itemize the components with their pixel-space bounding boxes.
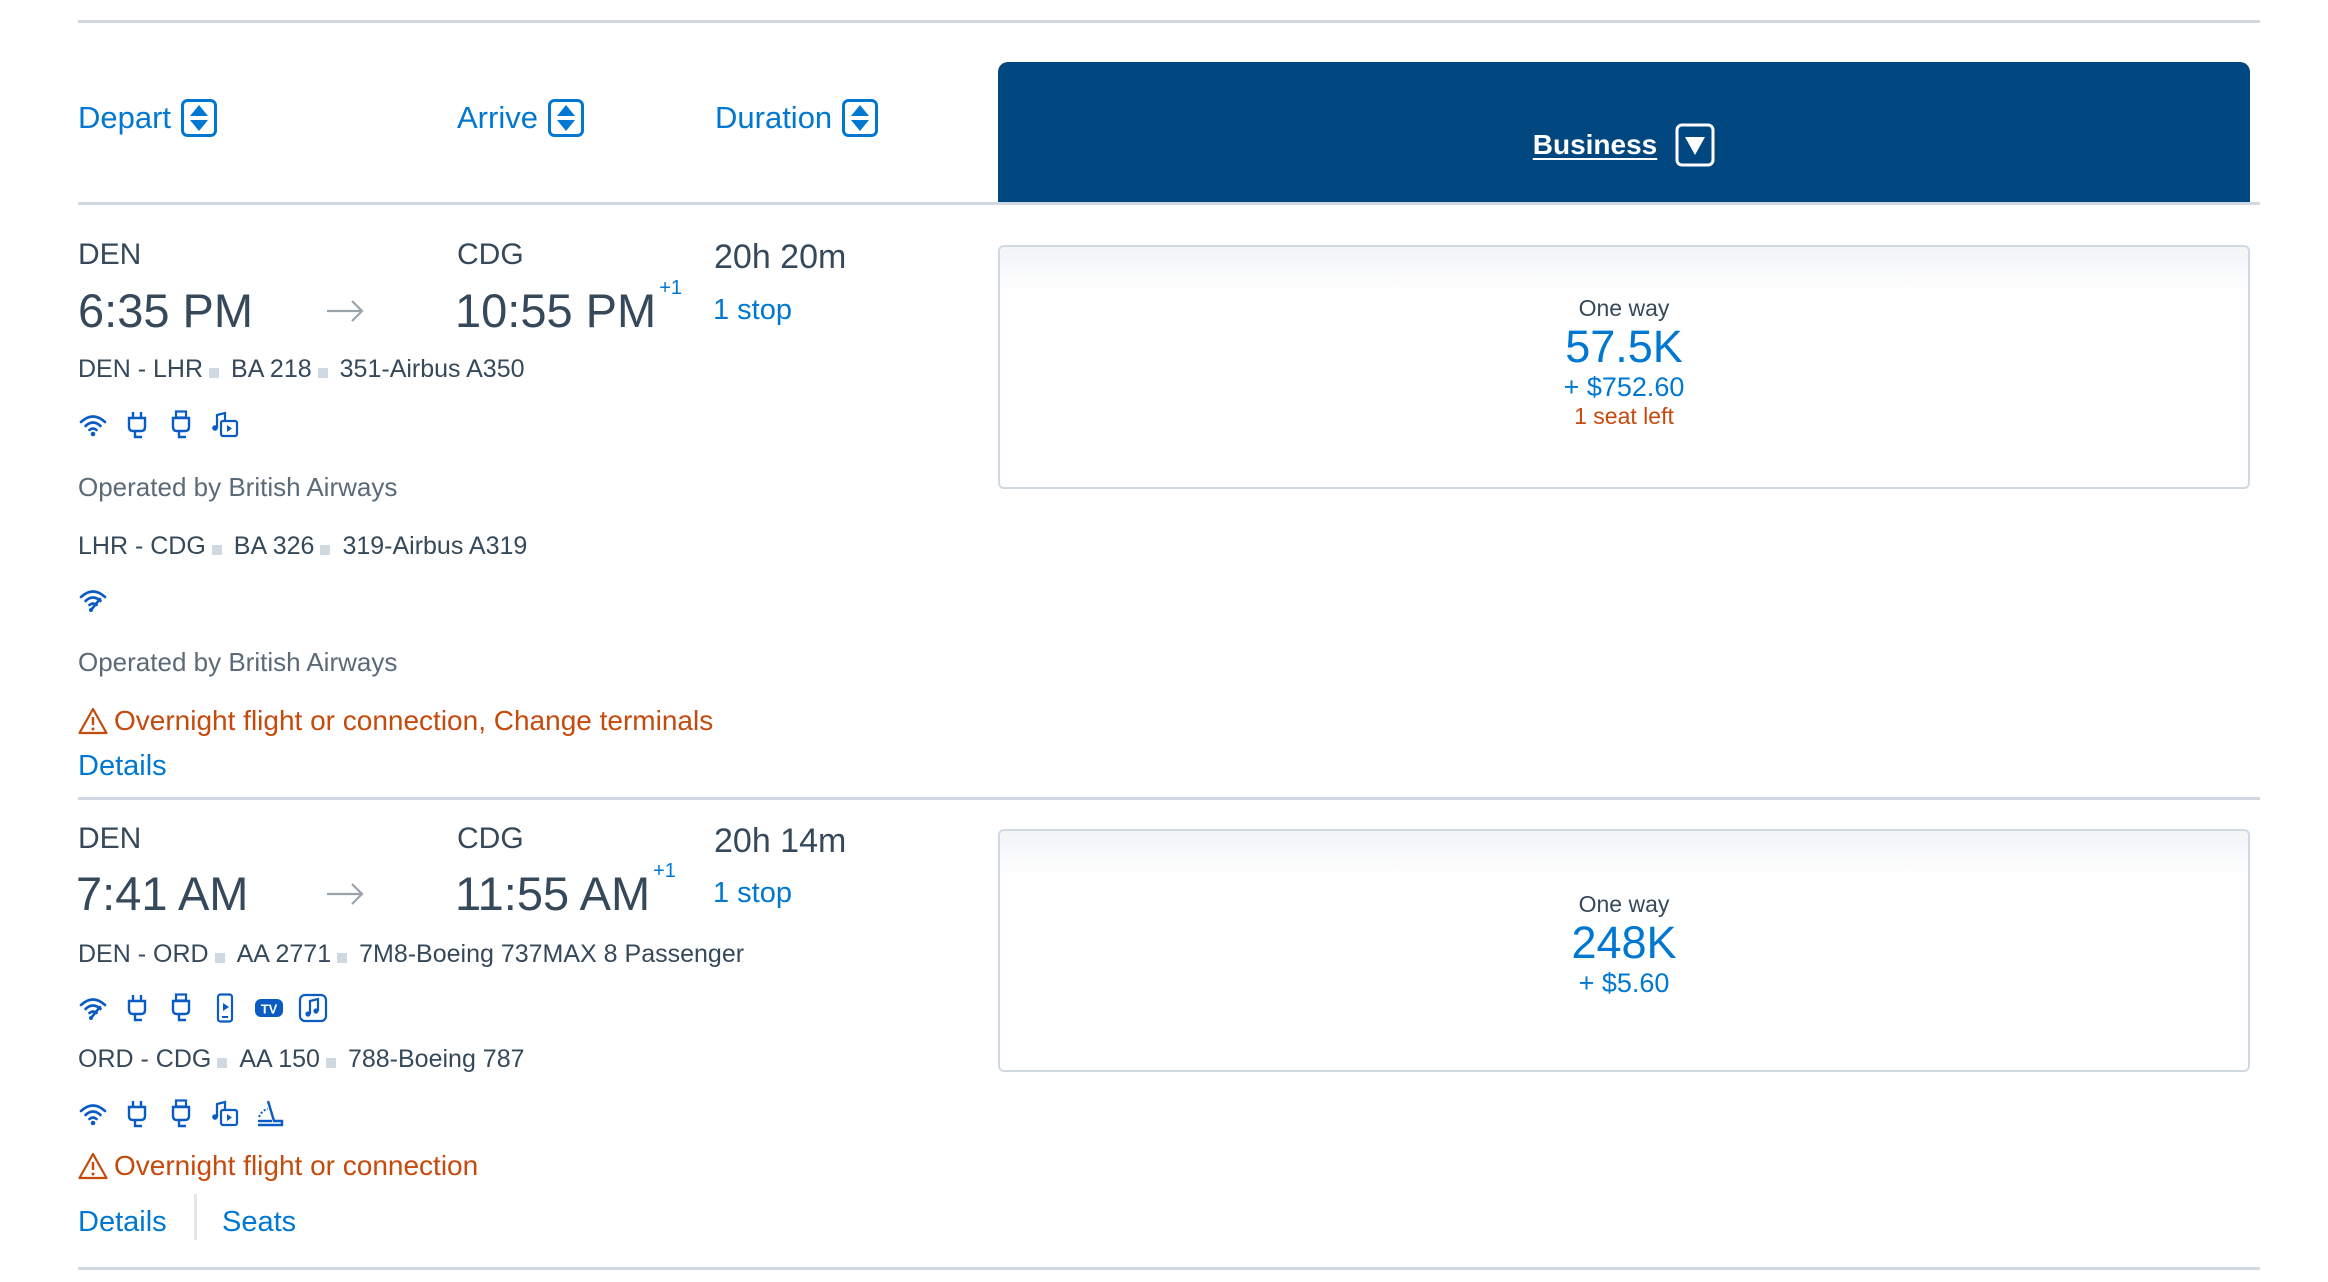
segment-info: DEN - ORD AA 2771 7M8-Boeing 737MAX 8 Pa… [78,940,744,969]
aircraft-type: 319-Airbus A319 [342,532,528,560]
arrow-right-icon [325,882,365,906]
taxes-fees: + $752.60 [1563,371,1685,402]
sort-arrive-button[interactable]: Arrive [457,96,584,140]
separator [214,952,225,963]
row-divider [78,797,2260,800]
arrow-right-icon [325,299,365,323]
arrive-time-wrap: 10:55 PM +1 [455,277,682,338]
segment-route: DEN - LHR [78,355,204,383]
destination-airport: CDG [457,238,524,271]
flight-number: AA 150 [239,1045,320,1073]
separator [209,367,220,378]
warning-text: Overnight flight or connection, Change t… [114,705,714,736]
cabin-sort-link[interactable]: Business [1533,129,1658,161]
amenities-list [78,410,240,440]
flight-warning: Overnight flight or connection, Change t… [78,705,713,737]
device-streaming-icon [210,993,240,1023]
link-separator [194,1194,197,1240]
entertainment-icon [210,1099,240,1129]
stops-link[interactable]: 1 stop [713,877,792,910]
aircraft-type: 788-Boeing 787 [347,1045,525,1073]
power-outlet-icon [122,993,152,1023]
warning-icon [78,707,108,735]
wifi-icon [78,1099,108,1129]
arrive-time: 10:55 PM [455,284,657,337]
arrive-header-label: Arrive [457,100,538,135]
depart-header-label: Depart [78,100,172,135]
separator [320,544,331,555]
miles-price: 57.5K [1565,321,1683,372]
live-tv-icon [254,993,284,1023]
details-link[interactable]: Details [78,1206,167,1239]
top-divider [78,20,2260,23]
trip-type-label: One way [1578,891,1670,917]
cabin-header-business: Business [998,62,2250,204]
depart-time: 7:41 AM [76,867,249,920]
segment-route: LHR - CDG [78,532,206,560]
flight-duration: 20h 20m [714,238,847,276]
origin-airport: DEN [78,822,142,855]
day-offset: +1 [653,860,676,882]
separator [325,1057,336,1068]
seats-link[interactable]: Seats [222,1206,296,1239]
separator [217,1057,228,1068]
flight-number: BA 218 [231,355,312,383]
entertainment-icon [210,410,240,440]
business-price-card[interactable]: One way 57.5K + $752.60 1 seat left [998,245,2250,489]
lie-flat-seat-icon [254,1099,284,1129]
segment-info: ORD - CDG AA 150 788-Boeing 787 [78,1045,525,1074]
arrive-time: 11:55 AM [455,867,651,920]
segment-route: DEN - ORD [78,940,209,968]
sort-icon [548,99,584,137]
sort-icon [181,99,217,137]
usb-icon [166,1099,196,1129]
segment-info: DEN - LHR BA 218 351-Airbus A350 [78,355,525,384]
flight-duration: 20h 14m [714,822,847,860]
music-icon [298,993,328,1023]
amenities-list [78,993,328,1023]
flight-number: BA 326 [233,532,315,560]
trip-type-label: One way [1578,295,1670,321]
dropdown-icon[interactable] [1675,123,1715,167]
arrive-time-wrap: 11:55 AM +1 [455,860,676,921]
header-divider [78,202,2260,205]
seats-left: 1 seat left [1574,402,1674,429]
amenities-list [78,585,108,615]
separator [317,367,328,378]
duration-header-label: Duration [715,100,833,135]
flight-warning: Overnight flight or connection [78,1150,478,1182]
sort-depart-button[interactable]: Depart [78,96,217,140]
stops-link[interactable]: 1 stop [713,294,792,327]
day-offset: +1 [659,277,682,299]
wifi-icon [78,410,108,440]
usb-icon [166,993,196,1023]
destination-airport: CDG [457,822,524,855]
warning-text: Overnight flight or connection [114,1150,479,1181]
origin-airport: DEN [78,238,142,271]
power-outlet-icon [122,1099,152,1129]
segment-route: ORD - CDG [78,1045,212,1073]
separator [211,544,222,555]
amenities-list [78,1099,284,1129]
business-price-card[interactable]: One way 248K + $5.60 [998,829,2250,1072]
taxes-fees: + $5.60 [1578,967,1670,998]
aircraft-type: 351-Airbus A350 [339,355,525,383]
segment-info: LHR - CDG BA 326 319-Airbus A319 [78,532,527,561]
row-divider [78,1267,2260,1270]
warning-icon [78,1152,108,1180]
depart-time: 6:35 PM [78,284,254,337]
sort-duration-button[interactable]: Duration [715,96,878,140]
details-link[interactable]: Details [78,750,167,783]
usb-icon [166,410,196,440]
sort-icon [842,99,878,137]
operated-by: Operated by British Airways [78,647,398,677]
high-speed-wifi-icon [78,993,108,1023]
separator [337,952,348,963]
operated-by: Operated by British Airways [78,472,398,502]
power-outlet-icon [122,410,152,440]
high-speed-wifi-icon [78,585,108,615]
miles-price: 248K [1571,917,1677,968]
flight-number: AA 2771 [236,940,332,968]
aircraft-type: 7M8-Boeing 737MAX 8 Passenger [359,940,745,968]
